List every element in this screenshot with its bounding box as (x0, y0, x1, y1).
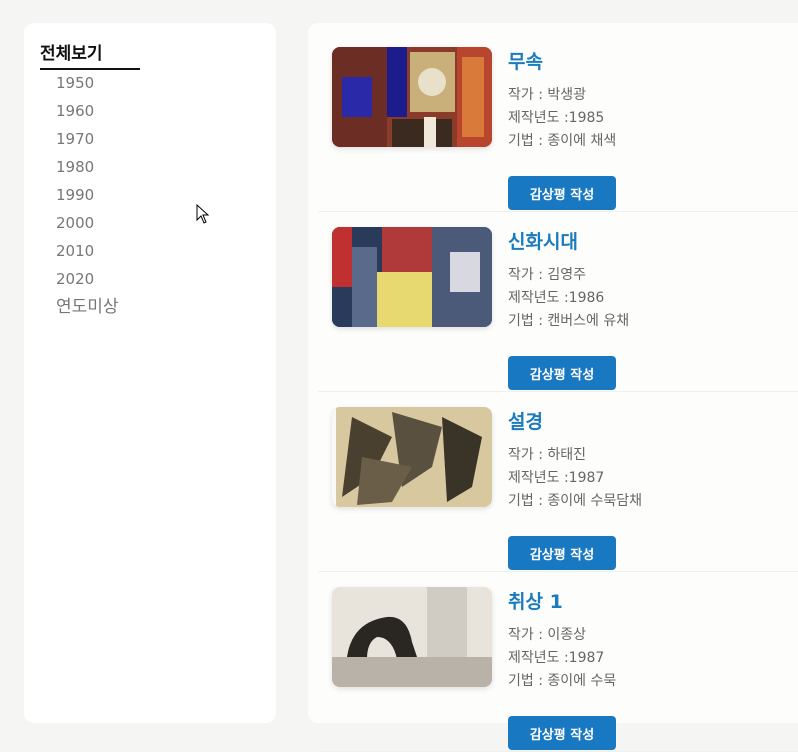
artwork-card: 취상 1 작가 : 이종상 제작년도 :1987 기법 : 종이에 수묵 감상평… (318, 573, 798, 752)
artwork-year: 제작년도 :1987 (508, 650, 605, 666)
mouse-cursor-icon (196, 204, 210, 224)
artwork-technique: 기법 : 종이에 채색 (508, 133, 617, 149)
sidebar-title-all[interactable]: 전체보기 (40, 39, 140, 70)
artwork-technique: 기법 : 종이에 수묵 (508, 673, 617, 689)
sidebar-item-1980[interactable]: 1980 (56, 155, 119, 183)
artwork-year: 제작년도 :1987 (508, 470, 605, 486)
sidebar-item-1950[interactable]: 1950 (56, 71, 119, 99)
sidebar-item-unknown-year[interactable]: 연도미상 (56, 295, 119, 323)
artwork-technique: 기법 : 종이에 수묵담채 (508, 493, 642, 509)
artwork-title[interactable]: 무속 (508, 47, 543, 74)
sidebar-item-1990[interactable]: 1990 (56, 183, 119, 211)
sidebar-item-2000[interactable]: 2000 (56, 211, 119, 239)
sidebar-item-2020[interactable]: 2020 (56, 267, 119, 295)
artwork-title[interactable]: 취상 1 (508, 587, 563, 614)
artwork-artist: 작가 : 이종상 (508, 627, 587, 643)
artwork-year: 제작년도 :1986 (508, 290, 605, 306)
artwork-artist: 작가 : 박생광 (508, 87, 587, 103)
artwork-artist: 작가 : 김영주 (508, 267, 587, 283)
artwork-thumbnail[interactable] (332, 407, 492, 507)
artwork-card: 신화시대 작가 : 김영주 제작년도 :1986 기법 : 캔버스에 유채 감상… (318, 213, 798, 392)
write-review-button[interactable]: 감상평 작성 (508, 716, 616, 750)
sidebar-item-1970[interactable]: 1970 (56, 127, 119, 155)
write-review-button[interactable]: 감상평 작성 (508, 176, 616, 210)
artwork-technique: 기법 : 캔버스에 유채 (508, 313, 630, 329)
artwork-artist: 작가 : 하태진 (508, 447, 587, 463)
write-review-button[interactable]: 감상평 작성 (508, 356, 616, 390)
artwork-year: 제작년도 :1985 (508, 110, 605, 126)
artwork-thumbnail[interactable] (332, 47, 492, 147)
sidebar-item-2010[interactable]: 2010 (56, 239, 119, 267)
artwork-thumbnail[interactable] (332, 587, 492, 687)
sidebar: 전체보기 1950 1960 1970 1980 1990 2000 2010 … (24, 23, 276, 723)
artwork-card: 무속 작가 : 박생광 제작년도 :1985 기법 : 종이에 채색 감상평 작… (318, 33, 798, 212)
artwork-title[interactable]: 설경 (508, 407, 543, 434)
artwork-thumbnail[interactable] (332, 227, 492, 327)
artwork-title[interactable]: 신화시대 (508, 227, 578, 254)
artwork-card: 설경 작가 : 하태진 제작년도 :1987 기법 : 종이에 수묵담채 감상평… (318, 393, 798, 572)
sidebar-item-1960[interactable]: 1960 (56, 99, 119, 127)
year-filter-list: 1950 1960 1970 1980 1990 2000 2010 2020 … (56, 71, 119, 323)
artwork-list: 무속 작가 : 박생광 제작년도 :1985 기법 : 종이에 채색 감상평 작… (308, 23, 798, 752)
write-review-button[interactable]: 감상평 작성 (508, 536, 616, 570)
